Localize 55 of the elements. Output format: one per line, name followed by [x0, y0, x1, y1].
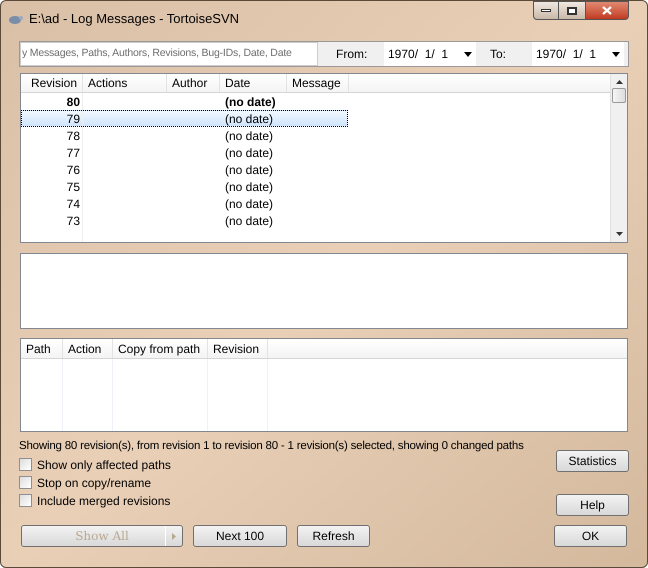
- scroll-down-icon[interactable]: [616, 232, 622, 236]
- column-header[interactable]: Message: [287, 74, 349, 92]
- revision-cell-text: 78: [66, 128, 81, 144]
- message-pane[interactable]: [20, 253, 628, 329]
- log-row[interactable]: 75 (no date): [21, 178, 348, 195]
- status-text: Showing 80 revision(s), from revision 1 to revision 80 - 1 revision(s) selected, showing 0 changed paths: [19, 439, 525, 454]
- column-header[interactable]: Revision: [208, 339, 268, 358]
- checkbox-label: Stop on copy/rename: [37, 474, 152, 492]
- log-row[interactable]: 79 (no date): [21, 110, 348, 127]
- log-row[interactable]: 76 (no date): [21, 161, 348, 178]
- revision-cell-text: 73: [66, 212, 81, 230]
- dialog-button[interactable]: Refresh: [297, 525, 370, 547]
- column-header[interactable]: Revision: [21, 74, 83, 92]
- ok-button[interactable]: OK: [554, 525, 627, 547]
- log-row[interactable]: 78 (no date): [21, 127, 348, 144]
- log-row[interactable]: 80 (no date): [21, 93, 348, 110]
- column-header[interactable]: Date: [220, 74, 287, 92]
- date-cell-text: (no date): [224, 212, 274, 230]
- date-cell-text: (no date): [224, 196, 274, 212]
- revision-cell-text: 79: [66, 110, 81, 128]
- revision-cell-text: 74: [66, 196, 81, 212]
- column-header[interactable]: Actions: [83, 74, 167, 92]
- date-cell-text: (no date): [224, 178, 274, 196]
- column-header[interactable]: Action: [63, 339, 113, 358]
- date-cell-text: (no date): [224, 144, 274, 162]
- revision-cell-text: 77: [66, 144, 81, 162]
- column-header[interactable]: Path: [21, 339, 63, 358]
- close-icon: [602, 6, 612, 15]
- column-header[interactable]: Author: [167, 74, 220, 92]
- checkbox[interactable]: [19, 494, 32, 507]
- column-header[interactable]: Copy from path: [113, 339, 208, 358]
- minimize-button[interactable]: [533, 1, 559, 20]
- revision-cell-text: 75: [66, 178, 81, 196]
- checkbox-label: Include merged revisions: [37, 492, 170, 510]
- date-cell-text: (no date): [224, 94, 276, 110]
- date-cell-text: (no date): [224, 110, 274, 128]
- scroll-up-icon[interactable]: [616, 80, 622, 84]
- window-title: E:\ad - Log Messages - TortoiseSVN: [29, 10, 240, 28]
- checkbox-label: Show only affected paths: [37, 456, 171, 474]
- dialog-button[interactable]: Help: [556, 494, 629, 516]
- checkbox[interactable]: [19, 476, 32, 489]
- dialog-button[interactable]: Next 100: [193, 525, 287, 547]
- close-button[interactable]: [585, 1, 629, 20]
- date-cell-text: (no date): [224, 128, 274, 144]
- maximize-button[interactable]: [559, 1, 585, 20]
- log-row[interactable]: 74 (no date): [21, 195, 348, 212]
- revision-cell-text: 76: [66, 162, 81, 178]
- dialog-button[interactable]: Statistics: [556, 450, 629, 472]
- checkbox[interactable]: [19, 458, 32, 471]
- log-row[interactable]: 77 (no date): [21, 144, 348, 161]
- date-cell-text: (no date): [224, 162, 274, 178]
- revision-cell-text: 80: [66, 94, 81, 110]
- caret-icon: [172, 532, 176, 540]
- scrollbar-thumb[interactable]: [612, 88, 626, 103]
- log-row[interactable]: 73 (no date): [21, 212, 348, 229]
